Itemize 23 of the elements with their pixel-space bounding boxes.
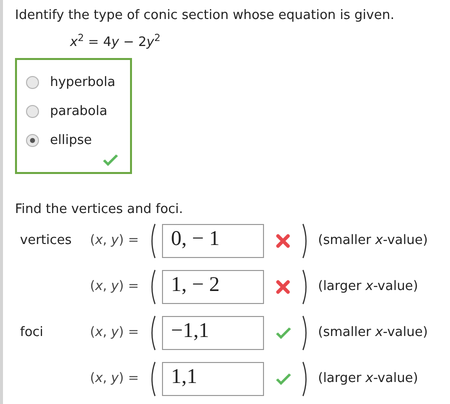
equation: x$^{2}$ = 4y − 2y$^{2}$ xyxy=(70,34,162,52)
coordinate-label: (x, y) = xyxy=(90,324,140,342)
value-note: (larger x-value) xyxy=(318,370,418,388)
option-label[interactable]: ellipse xyxy=(50,130,92,150)
coordinate-label: (x, y) = xyxy=(90,232,140,250)
row-label: vertices xyxy=(20,233,72,248)
value-note: (larger x-value) xyxy=(318,278,418,296)
value-note: (smaller x-value) xyxy=(318,232,428,250)
radio-button[interactable] xyxy=(26,134,39,147)
answer-field[interactable]: −1,1 xyxy=(162,316,264,350)
radio-button[interactable] xyxy=(26,105,39,118)
answer-field[interactable]: 1,1 xyxy=(162,362,264,396)
option-label[interactable]: hyperbola xyxy=(50,72,116,92)
value-note: (smaller x-value) xyxy=(318,324,428,342)
question-prompt: Identify the type of conic section whose equation is given. xyxy=(15,7,396,25)
coordinate-label: (x, y) = xyxy=(90,278,140,296)
row-label: foci xyxy=(20,325,44,340)
answer-field[interactable]: 0, − 1 xyxy=(162,224,264,258)
coordinate-label: (x, y) = xyxy=(90,370,140,388)
radio-button[interactable] xyxy=(26,76,39,89)
question-prompt: Find the vertices and foci. xyxy=(15,201,184,219)
option-label[interactable]: parabola xyxy=(50,102,108,122)
answer-field[interactable]: 1, − 2 xyxy=(162,270,264,304)
